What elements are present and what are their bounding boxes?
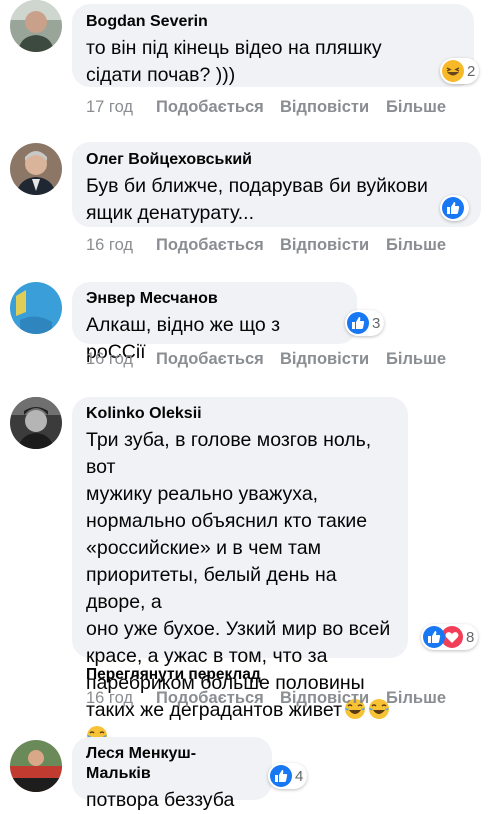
reply-button[interactable]: Відповісти [280, 350, 369, 369]
comment-bubble: Леся Менкуш-Мальків потвора беззуба [72, 737, 272, 811]
comment-text: то він під кінець відео на пляшку сідати… [86, 37, 382, 86]
reaction-count: 8 [466, 628, 475, 646]
reaction-count: 4 [295, 767, 304, 785]
reaction-summary[interactable]: 8 [421, 624, 479, 650]
comment-bubble: Kolinko Oleksii Три зуба, в голове мозго… [72, 397, 408, 746]
like-button[interactable]: Подобається [156, 236, 264, 255]
reaction-summary[interactable]: 2 [440, 58, 480, 84]
comment-time[interactable]: 16 год [86, 689, 133, 708]
reaction-count: 3 [372, 314, 381, 332]
reaction-summary[interactable]: 4 [268, 763, 308, 789]
avatar[interactable] [10, 143, 62, 195]
comment-author[interactable]: Олег Войцеховський [86, 150, 467, 170]
reaction-count: 2 [467, 62, 476, 80]
comment-text: потвора беззуба [86, 789, 235, 811]
comment-text: Був би ближче, подарував би вуйкови ящик… [86, 175, 428, 224]
like-button[interactable]: Подобається [156, 98, 264, 117]
comment-bubble: Олег Войцеховський Був би ближче, подару… [72, 142, 481, 227]
avatar[interactable] [10, 0, 62, 52]
comment-author[interactable]: Kolinko Oleksii [86, 404, 394, 424]
comment-time[interactable]: 16 год [86, 350, 133, 369]
more-button[interactable]: Більше [386, 98, 446, 117]
reply-button[interactable]: Відповісти [280, 98, 369, 117]
comment-bubble: Bogdan Severin то він під кінець відео н… [72, 4, 474, 87]
haha-icon [442, 60, 464, 82]
reaction-summary[interactable]: 3 [345, 310, 385, 336]
more-button[interactable]: Більше [386, 236, 446, 255]
comment-author[interactable]: Леся Менкуш-Мальків [86, 744, 258, 784]
like-button[interactable]: Подобається [156, 350, 264, 369]
avatar[interactable] [10, 282, 62, 334]
reaction-summary[interactable] [440, 195, 469, 221]
reply-button[interactable]: Відповісти [280, 689, 369, 708]
see-translation-link[interactable]: Переглянути переклад [86, 666, 261, 684]
like-icon [442, 197, 464, 219]
more-button[interactable]: Більше [386, 689, 446, 708]
comment-bubble: Энвер Месчанов Алкаш, відно же що з роСС… [72, 282, 357, 363]
like-icon [423, 626, 445, 648]
comment-author[interactable]: Bogdan Severin [86, 12, 460, 32]
avatar[interactable] [10, 397, 62, 449]
comment-time[interactable]: 16 год [86, 236, 133, 255]
more-button[interactable]: Більше [386, 350, 446, 369]
avatar[interactable] [10, 740, 62, 792]
comment-author[interactable]: Энвер Месчанов [86, 289, 343, 309]
like-icon [347, 312, 369, 334]
comment-time[interactable]: 17 год [86, 98, 133, 117]
like-icon [270, 765, 292, 787]
like-button[interactable]: Подобається [156, 689, 264, 708]
reply-button[interactable]: Відповісти [280, 236, 369, 255]
